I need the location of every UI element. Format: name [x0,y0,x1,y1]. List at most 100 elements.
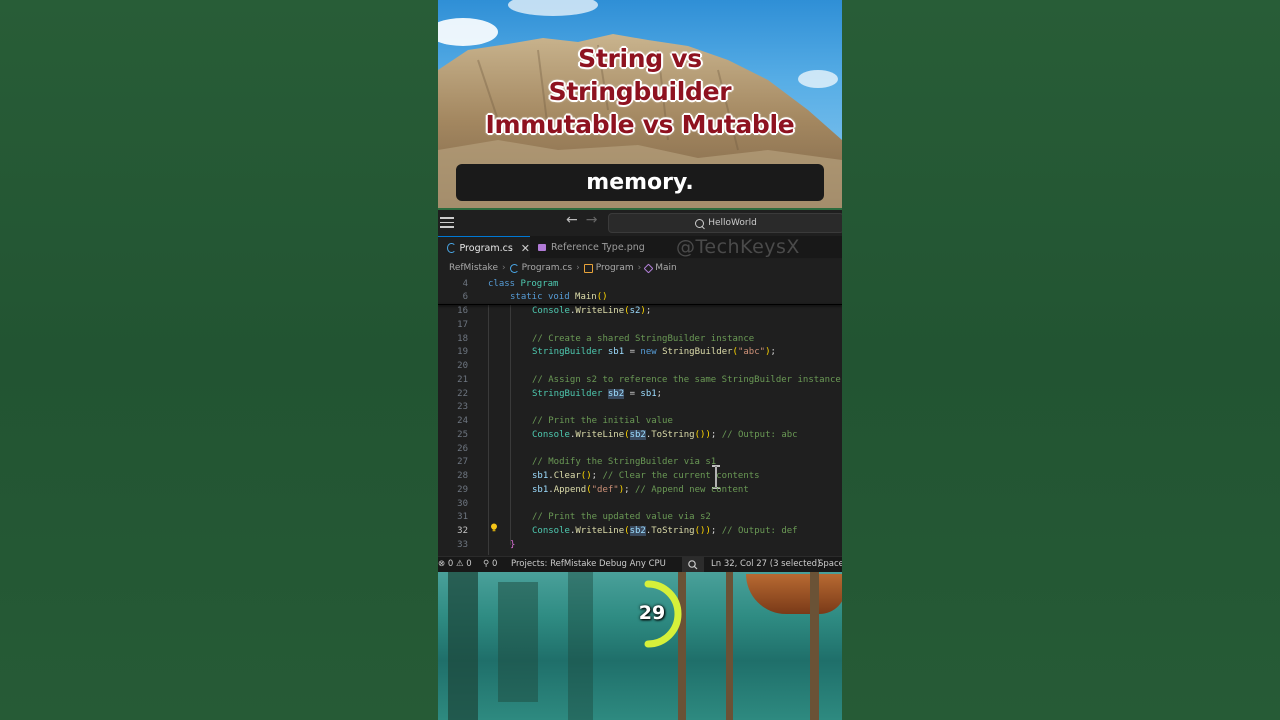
sticky-code-line[interactable]: 4 class Program [438,277,842,291]
line-number: 26 [457,443,468,454]
line-number: 31 [457,512,468,523]
breadcrumb-file[interactable]: Program.cs [522,263,572,273]
code-text: // Print the updated value via s2 [532,512,711,523]
code-text: } [510,539,516,550]
back-arrow-icon[interactable]: ← [566,212,578,228]
breadcrumb-project[interactable]: RefMistake [449,263,498,273]
line-number: 21 [457,374,468,385]
code-line[interactable]: 17 [438,318,842,332]
breadcrumb-class[interactable]: Program [596,263,634,273]
code-line[interactable]: 18 // Create a shared StringBuilder insta… [438,332,842,346]
code-text: Console.WriteLine(sb2.ToString()); // Ou… [532,429,798,440]
status-bar: ⊗ 0 ⚠ 0 ⚲ 0 Projects: RefMistake Debug A… [438,556,842,573]
top-scene: String vs Stringbuilder Immutable vs Mut… [438,0,842,208]
error-icon: ⊗ [438,559,446,569]
short-video-frame: String vs Stringbuilder Immutable vs Mut… [438,0,842,720]
editor-titlebar: ← → HelloWorld [438,208,842,236]
project-indicator[interactable]: Projects: RefMistake [511,559,596,569]
code-line[interactable]: 24 // Print the initial value [438,414,842,428]
code-text: static void Main() [510,292,608,302]
breadcrumb-method[interactable]: Main [655,263,677,273]
code-text: // Assign s2 to reference the same Strin… [532,374,841,385]
line-number: 25 [457,429,468,440]
line-number: 27 [457,457,468,468]
background-right [842,0,1280,720]
line-number: 6 [462,292,468,302]
line-number: 18 [457,333,468,344]
build-config[interactable]: Debug Any CPU [599,559,666,569]
code-line[interactable]: 31 // Print the updated value via s2 [438,510,842,524]
code-line[interactable]: 27 // Modify the StringBuilder via s1 [438,455,842,469]
navigation-arrows: ← → [566,212,597,228]
headline-line-2: Stringbuilder [548,77,732,106]
line-number: 28 [457,471,468,481]
code-text: // Print the initial value [532,416,673,426]
antenna-icon: ⚲ [483,559,490,569]
forward-arrow-icon[interactable]: → [586,212,598,228]
line-number: 29 [457,484,468,495]
code-line[interactable]: 19 StringBuilder sb1 = new StringBuilder(… [438,345,842,359]
code-text: // Modify the StringBuilder via s1 [532,457,717,468]
sticky-code-line[interactable]: 6 static void Main() [438,290,842,304]
code-line[interactable]: 29 sb1.Append("def"); // Append new conte… [438,483,842,497]
class-icon [583,263,593,273]
code-text: class Program [488,279,559,289]
code-line[interactable]: 28 sb1.Clear(); // Clear the current cont… [438,469,842,483]
code-line[interactable]: 25 Console.WriteLine(sb2.ToString()); // … [438,428,842,442]
csharp-file-icon [509,263,519,273]
code-text: Console.WriteLine(s2); [532,306,652,316]
csharp-file-icon [447,243,456,253]
code-line[interactable]: 23 [438,400,842,414]
chevron-right-icon: › [576,263,580,273]
headline-line-1: String vs [578,44,702,73]
code-line[interactable]: 33} [438,538,842,552]
line-number: 24 [457,416,468,426]
command-search-box[interactable]: HelloWorld [608,213,842,233]
code-line[interactable]: 16 Console.WriteLine(s2); [438,304,842,318]
chevron-right-icon: › [501,263,506,273]
code-text: sb1.Clear(); // Clear the current conten… [532,471,760,481]
close-tab-icon[interactable]: ✕ [521,242,530,255]
method-icon [643,263,654,273]
line-number: 32 [457,526,468,536]
code-line[interactable]: 21 // Assign s2 to reference the same Str… [438,373,842,387]
problems-indicator[interactable]: ⊗ 0 ⚠ 0 [438,559,472,569]
zoom-icon [688,560,698,570]
breadcrumb: RefMistake › Program.cs › Program › Main [438,259,842,277]
background-left [0,0,438,720]
ports-indicator[interactable]: ⚲ 0 [483,559,497,569]
bottom-scene: 29 [438,572,842,720]
zoom-indicator[interactable] [682,557,704,573]
dock-post [810,572,819,720]
tab-program-cs[interactable]: Program.cs ✕ [438,236,530,259]
line-number: 20 [457,361,468,371]
tab-label: Reference Type.png [551,241,645,253]
headline-line-3: Immutable vs Mutable [485,110,795,139]
code-text: sb1.Append("def"); // Append new content [532,484,749,495]
code-line[interactable]: 32 Console.WriteLine(sb2.ToString()); // … [438,524,842,538]
search-text: HelloWorld [708,218,757,228]
code-editor[interactable]: 4 class Program 6 static void Main() 16 Conso… [438,277,842,560]
tab-reference-type-png[interactable]: Reference Type.png [530,236,650,258]
line-number: 16 [457,306,468,316]
indentation-indicator[interactable]: Space [818,559,842,569]
code-line[interactable]: 26 [438,442,842,456]
menu-icon[interactable] [440,214,454,228]
tree-reflection [498,582,538,702]
code-text: StringBuilder sb2 = sb1; [532,388,663,399]
code-line[interactable]: 22 StringBuilder sb2 = sb1; [438,387,842,401]
chevron-right-icon: › [637,263,642,273]
line-number: 23 [457,402,468,413]
code-text: // Create a shared StringBuilder instanc… [532,333,755,344]
tree-reflection [448,572,478,720]
channel-watermark: @TechKeysX [676,236,800,258]
ports-count: 0 [491,559,498,569]
error-count: 0 [447,559,454,569]
cursor-position[interactable]: Ln 32, Col 27 (3 selected) [711,559,820,569]
code-text: StringBuilder sb1 = new StringBuilder("a… [532,347,776,358]
code-line[interactable]: 20 [438,359,842,373]
image-file-icon [538,243,546,251]
warning-icon: ⚠ [455,559,464,569]
line-number: 19 [457,347,468,358]
code-line[interactable]: 30 [438,497,842,511]
